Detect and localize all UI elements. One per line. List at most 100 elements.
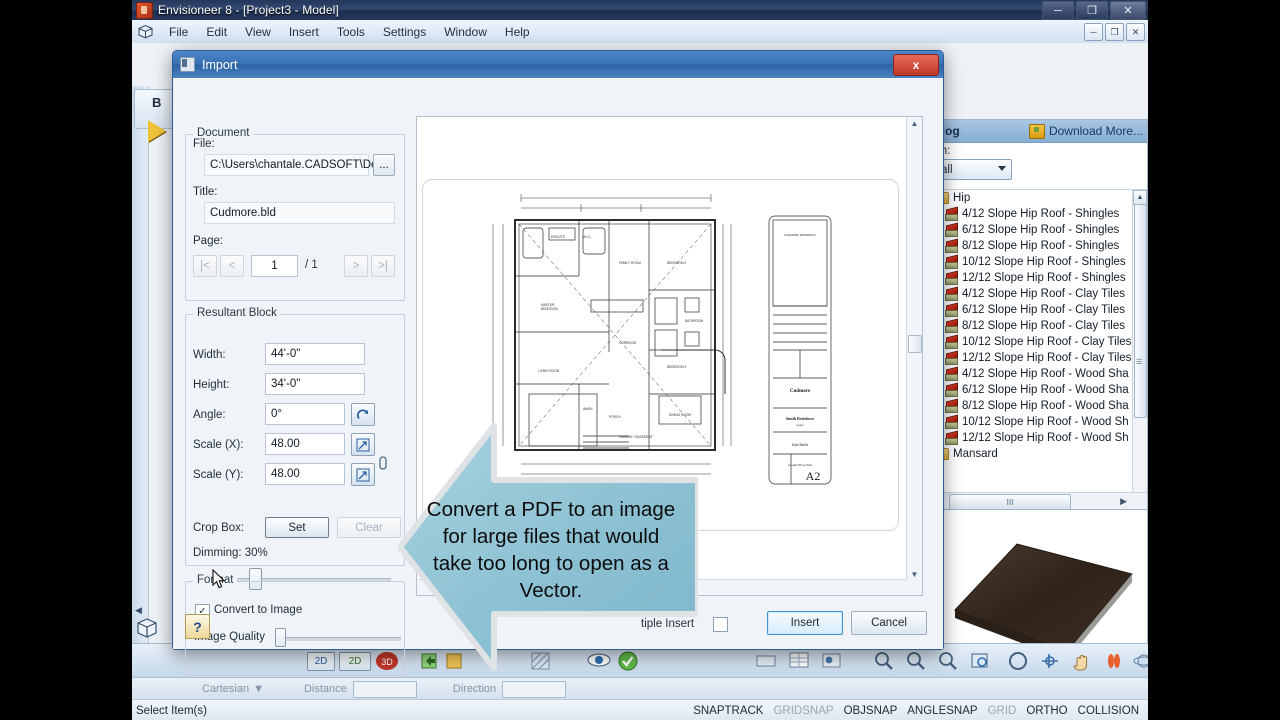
mdi-restore-icon[interactable]: ❐ — [1105, 23, 1124, 41]
preview-scroll-up-icon[interactable]: ▲ — [907, 117, 922, 128]
zoom-out-icon[interactable] — [904, 650, 928, 674]
layers-icon[interactable] — [754, 650, 778, 674]
status-toggle[interactable]: GRIDSNAP — [768, 705, 838, 717]
catalog-item[interactable]: 12/12 Slope Hip Roof - Clay Tiles — [931, 350, 1147, 366]
link-scale-icon[interactable] — [376, 454, 390, 477]
rotate-icon[interactable] — [351, 403, 375, 426]
zoom-all-icon[interactable] — [1038, 650, 1062, 674]
browse-button[interactable]: ... — [373, 154, 395, 176]
page-first-button[interactable]: |< — [193, 255, 217, 277]
select-arrow-icon[interactable] — [148, 120, 166, 142]
menu-view[interactable]: View — [236, 23, 280, 41]
help-button[interactable]: ? — [185, 614, 210, 639]
scale-x-input[interactable]: 48.00 — [265, 433, 345, 455]
catalog-group-mansard[interactable]: Mansard — [931, 446, 1147, 462]
multiple-insert-checkbox[interactable] — [713, 617, 728, 632]
catalog-item[interactable]: 4/12 Slope Hip Roof - Wood Sha — [931, 366, 1147, 382]
catalog-group-hip[interactable]: Hip — [931, 190, 1147, 206]
scroll-thumb[interactable] — [1134, 204, 1147, 418]
menu-edit[interactable]: Edit — [197, 23, 236, 41]
camera-icon[interactable] — [820, 650, 844, 674]
mdi-minimize-icon[interactable]: ─ — [1084, 23, 1103, 41]
model-cube-icon[interactable] — [134, 616, 160, 642]
insert-button[interactable]: Insert — [767, 611, 843, 635]
menu-window[interactable]: Window — [435, 23, 496, 41]
crop-clear-button[interactable]: Clear — [337, 517, 401, 538]
crop-set-button[interactable]: Set — [265, 517, 329, 538]
table-icon[interactable] — [787, 650, 811, 674]
scale-y-input[interactable]: 48.00 — [265, 463, 345, 485]
catalog-vertical-scrollbar[interactable]: ▲ ☰ ▼ — [1132, 190, 1147, 512]
catalog-item[interactable]: 10/12 Slope Hip Roof - Shingles — [931, 254, 1147, 270]
restore-icon[interactable]: ❐ — [1076, 1, 1108, 20]
page-prev-button[interactable]: < — [220, 255, 244, 277]
scale-x-tool-icon[interactable] — [351, 433, 375, 456]
catalog-item[interactable]: 12/12 Slope Hip Roof - Wood Sh — [931, 430, 1147, 446]
catalog-item[interactable]: 4/12 Slope Hip Roof - Shingles — [931, 206, 1147, 222]
file-input[interactable]: C:\Users\chantale.CADSOFT\De — [204, 154, 377, 176]
catalog-item[interactable]: 10/12 Slope Hip Roof - Clay Tiles — [931, 334, 1147, 350]
zoom-extents-icon[interactable] — [968, 650, 992, 674]
orbit-icon[interactable] — [1132, 650, 1148, 674]
menu-tools[interactable]: Tools — [328, 23, 374, 41]
status-toggle[interactable]: ANGLESNAP — [902, 705, 982, 717]
catalog-item[interactable]: 4/12 Slope Hip Roof - Clay Tiles — [931, 286, 1147, 302]
catalog-item[interactable]: 10/12 Slope Hip Roof - Wood Sh — [931, 414, 1147, 430]
pan-hand-icon[interactable] — [1070, 650, 1094, 674]
catalog-item[interactable]: 6/12 Slope Hip Roof - Shingles — [931, 222, 1147, 238]
preview-vertical-scrollbar[interactable]: ▲ ▼ — [906, 117, 922, 595]
status-toggle[interactable]: OBJSNAP — [839, 705, 903, 717]
scroll-up-icon[interactable]: ▲ — [1133, 190, 1147, 205]
doc-title-input[interactable]: Cudmore.bld — [204, 202, 395, 224]
minimize-icon[interactable]: ─ — [1042, 1, 1074, 20]
category-filter-select[interactable]: all — [935, 159, 1012, 180]
svg-text:W.I.C.: W.I.C. — [583, 235, 592, 239]
scale-y-tool-icon[interactable] — [351, 463, 375, 486]
status-toggle[interactable]: ORTHO — [1021, 705, 1072, 717]
page-input[interactable]: 1 — [251, 255, 298, 277]
cartesian-dropdown[interactable]: Cartesian — [202, 683, 249, 695]
image-quality-slider-track[interactable] — [276, 637, 401, 641]
width-input[interactable]: 44'-0" — [265, 343, 365, 365]
collapse-arrow-icon[interactable]: ◀ — [135, 605, 142, 616]
menu-file[interactable]: File — [160, 23, 197, 41]
direction-input[interactable] — [502, 680, 567, 698]
catalog-item[interactable]: 6/12 Slope Hip Roof - Wood Sha — [931, 382, 1147, 398]
page-last-button[interactable]: >| — [371, 255, 395, 277]
catalog-list[interactable]: Hip 4/12 Slope Hip Roof - Shingles 6/12 S… — [931, 190, 1147, 512]
hscroll-right-icon[interactable]: ▶ — [1120, 496, 1127, 507]
download-more-link[interactable]: Download More... — [1049, 124, 1143, 138]
menu-settings[interactable]: Settings — [374, 23, 435, 41]
catalog-item-label: 8/12 Slope Hip Roof - Shingles — [962, 240, 1120, 252]
catalog-item[interactable]: 12/12 Slope Hip Roof - Shingles — [931, 270, 1147, 286]
hscroll-thumb[interactable]: III — [949, 494, 1071, 510]
status-toggle[interactable]: SNAPTRACK — [688, 705, 768, 717]
catalog-item[interactable]: 8/12 Slope Hip Roof - Wood Sha — [931, 398, 1147, 414]
page-next-button[interactable]: > — [344, 255, 368, 277]
catalog-item-label: 6/12 Slope Hip Roof - Shingles — [962, 224, 1120, 236]
angle-input[interactable]: 0° — [265, 403, 345, 425]
distance-input[interactable] — [352, 680, 417, 698]
dialog-close-button[interactable]: x — [893, 54, 939, 76]
close-icon[interactable]: ✕ — [1110, 1, 1146, 20]
menu-insert[interactable]: Insert — [280, 23, 328, 41]
zoom-window-icon[interactable] — [872, 650, 896, 674]
zoom-previous-icon[interactable] — [936, 650, 960, 674]
catalog-item[interactable]: 8/12 Slope Hip Roof - Clay Tiles — [931, 318, 1147, 334]
status-toggle[interactable]: COLLISION — [1073, 705, 1144, 717]
height-input[interactable]: 34'-0" — [265, 373, 365, 395]
menu-help[interactable]: Help — [496, 23, 539, 41]
preview-scroll-thumb[interactable] — [908, 335, 922, 353]
catalog-item[interactable]: 6/12 Slope Hip Roof - Clay Tiles — [931, 302, 1147, 318]
chevron-down-icon[interactable]: ▼ — [253, 683, 264, 695]
preview-scroll-down-icon[interactable]: ▼ — [907, 570, 922, 579]
zoom-circle-icon[interactable] — [1006, 650, 1030, 674]
svg-text:CORRIDOR: CORRIDOR — [619, 341, 637, 345]
mdi-close-icon[interactable]: ✕ — [1126, 23, 1145, 41]
status-toggle[interactable]: GRID — [983, 705, 1022, 717]
cancel-button[interactable]: Cancel — [851, 611, 927, 635]
catalog-item[interactable]: 8/12 Slope Hip Roof - Shingles — [931, 238, 1147, 254]
walk-icon[interactable] — [1102, 650, 1126, 674]
catalog-horizontal-scrollbar[interactable]: III ▶ — [931, 492, 1147, 510]
image-quality-slider-thumb[interactable] — [275, 628, 287, 647]
